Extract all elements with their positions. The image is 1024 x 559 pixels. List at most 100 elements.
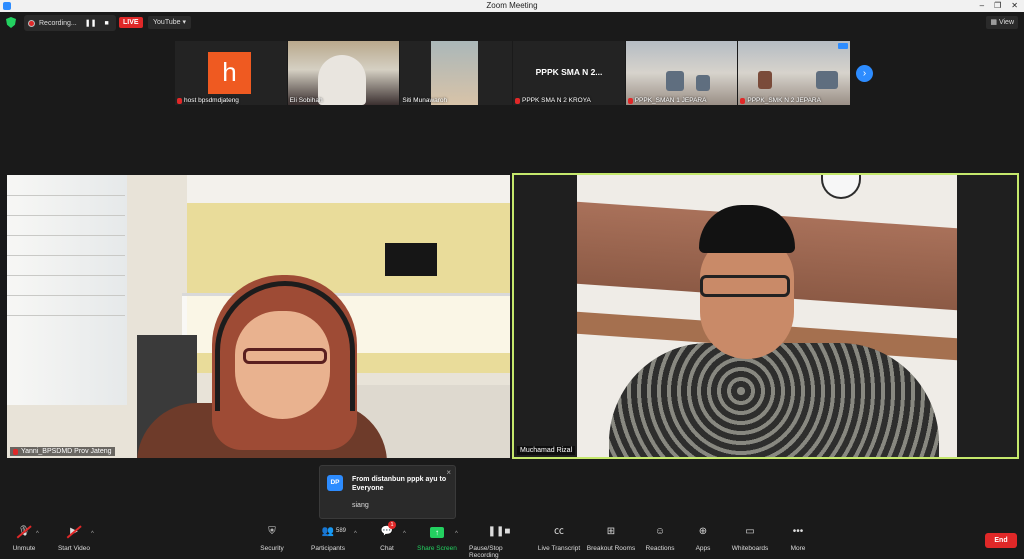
participant-name-tag: PPPK_SMK N 2 JEPARA [740,97,821,104]
participant-name: PPPK_SMAN 1 JEPARA [634,97,707,104]
live-transcript-button[interactable]: ㏄ Live Transcript [529,526,589,552]
chat-label: Chat [380,545,394,552]
unmute-label: Unmute [12,545,36,552]
participant-tile[interactable]: PPPK_SMK N 2 JEPARA [738,41,851,105]
speaker-batik-shirt [609,343,939,457]
video-options-caret[interactable]: ^ [91,531,94,537]
pause-recording-label: Pause/Stop Recording [469,545,503,559]
livestream-target-dropdown[interactable]: YouTube ▾ [148,16,191,29]
blind-slat [7,275,125,276]
scene-window [7,175,127,405]
shield-icon: ⛨ [268,526,276,537]
participant-name: host bpsdmdjateng [184,97,239,104]
chat-options-caret[interactable]: ^ [403,531,406,537]
participant-tile[interactable]: PPPK_SMAN 1 JEPARA [625,41,738,105]
close-icon[interactable]: × [446,468,451,477]
video-participant-name: Yanni_BPSDMD Prov Jateng [21,448,112,455]
minimize-button[interactable]: – [980,0,984,12]
participants-button[interactable]: 👥 589 Participants [298,526,358,552]
close-window-button[interactable]: ✕ [1011,0,1018,12]
unread-badge: 1 [388,521,396,529]
pause-recording-icon[interactable]: ❚❚ [85,19,97,27]
blind-slat [7,315,125,316]
blind-slat [7,235,125,236]
window-controls: – ❐ ✕ [980,0,1018,12]
live-badge: LIVE [119,17,143,28]
view-label: View [998,19,1014,26]
participant-tile[interactable]: PPPK SMA N 2... PPPK SMA N 2 KROYA [513,41,625,105]
participant-name-tag: PPPK_SMAN 1 JEPARA [627,97,707,104]
participant-name: Eli Sobihah [289,97,323,104]
video-participant-name: Muchamad Rizal [520,447,573,454]
encryption-shield-icon[interactable] [6,17,16,28]
share-screen-icon-wrap: ↑ [430,526,444,538]
speaker-face [700,235,794,359]
end-meeting-button[interactable]: End [985,533,1017,548]
participant-tile[interactable]: Eli Sobihah [287,41,400,105]
mic-muted-icon [627,97,633,104]
chat-sender: From distanbun pppk ayu to Everyone [352,476,447,492]
record-dot-icon [28,19,35,27]
more-button[interactable]: ••• More [768,526,828,552]
more-options-icon[interactable] [838,43,849,49]
video-tile-right-active-speaker[interactable]: Muchamad Rizal [512,173,1019,459]
mic-muted-icon [13,448,18,455]
participant-name-tag: Siti Munawaroh [402,97,447,104]
video-feed [7,175,510,458]
participant-name-placeholder: PPPK SMA N 2... [535,67,603,77]
meeting-toolbar: 🎙 Unmute ^ ▶ Start Video ^ ⛨ Security 👥 5… [0,521,1024,559]
participant-name: PPPK SMA N 2 KROYA [522,97,591,104]
whiteboard-icon: ▭ [745,526,755,537]
apps-icon: ⊕ [698,526,708,537]
audio-options-caret[interactable]: ^ [36,531,39,537]
participant-name: Siti Munawaroh [402,97,448,104]
breakout-rooms-label: Breakout Rooms [586,545,636,552]
video-feed [577,175,957,457]
participant-figure [816,71,839,89]
security-label: Security [260,545,284,552]
pause-stop-recording-button[interactable]: ❚❚■ Pause/Stop Recording [469,526,529,559]
video-camera-off-icon: ▶ [67,526,81,538]
live-transcript-label: Live Transcript [537,545,581,552]
scene-wall-clock [821,175,861,199]
speaker-glasses [700,275,790,297]
zoom-app-icon [3,2,11,10]
chat-notification[interactable]: DP From distanbun pppk ayu to Everyone s… [319,465,456,519]
participant-name-tag: host bpsdmdjateng [177,97,239,104]
view-button[interactable]: ▦ View [986,16,1018,29]
participant-figure [695,75,710,91]
participant-count: 589 [336,528,347,534]
video-tile-left[interactable]: Yanni_BPSDMD Prov Jateng [7,175,510,458]
scene-tv [385,243,437,276]
start-video-button[interactable]: ▶ Start Video [44,526,104,552]
meeting-topbar: Recording... ❚❚ ■ LIVE YouTube ▾ ▦ View [0,12,1024,34]
recording-indicator: Recording... ❚❚ ■ [24,15,116,31]
maximize-button[interactable]: ❐ [994,0,1001,12]
whiteboards-label: Whiteboards [731,545,769,552]
window-title: Zoom Meeting [486,1,538,10]
microphone-muted-icon: 🎙 [17,526,31,537]
apps-label: Apps [695,545,711,552]
more-label: More [790,545,806,552]
security-button[interactable]: ⛨ Security [242,526,302,552]
start-video-label: Start Video [57,545,91,552]
participants-icon: 👥 589 [321,526,347,537]
participant-strip: h host bpsdmdjateng Eli Sobihah Siti Mun… [175,41,851,105]
share-screen-icon: ↑ [430,526,444,538]
sender-avatar: DP [327,475,343,491]
stop-recording-icon[interactable]: ■ [104,20,108,27]
share-options-caret[interactable]: ^ [455,531,458,537]
participant-tile[interactable]: h host bpsdmdjateng [175,41,287,105]
chat-message: siang [352,502,369,509]
next-page-arrow-icon[interactable]: › [856,65,873,82]
grid-view-icon: ▦ [990,19,999,26]
share-screen-button[interactable]: ↑ Share Screen [407,526,467,552]
mic-muted-icon [177,97,182,104]
breakout-rooms-icon: ⊞ [606,526,616,537]
reactions-label: Reactions [645,545,675,552]
participant-figure [665,71,684,91]
participant-tile[interactable]: Siti Munawaroh [400,41,513,105]
recording-label: Recording... [39,19,77,27]
chat-bubble-icon: 💬 1 [380,521,396,538]
video-name-tag: Yanni_BPSDMD Prov Jateng [10,447,115,456]
